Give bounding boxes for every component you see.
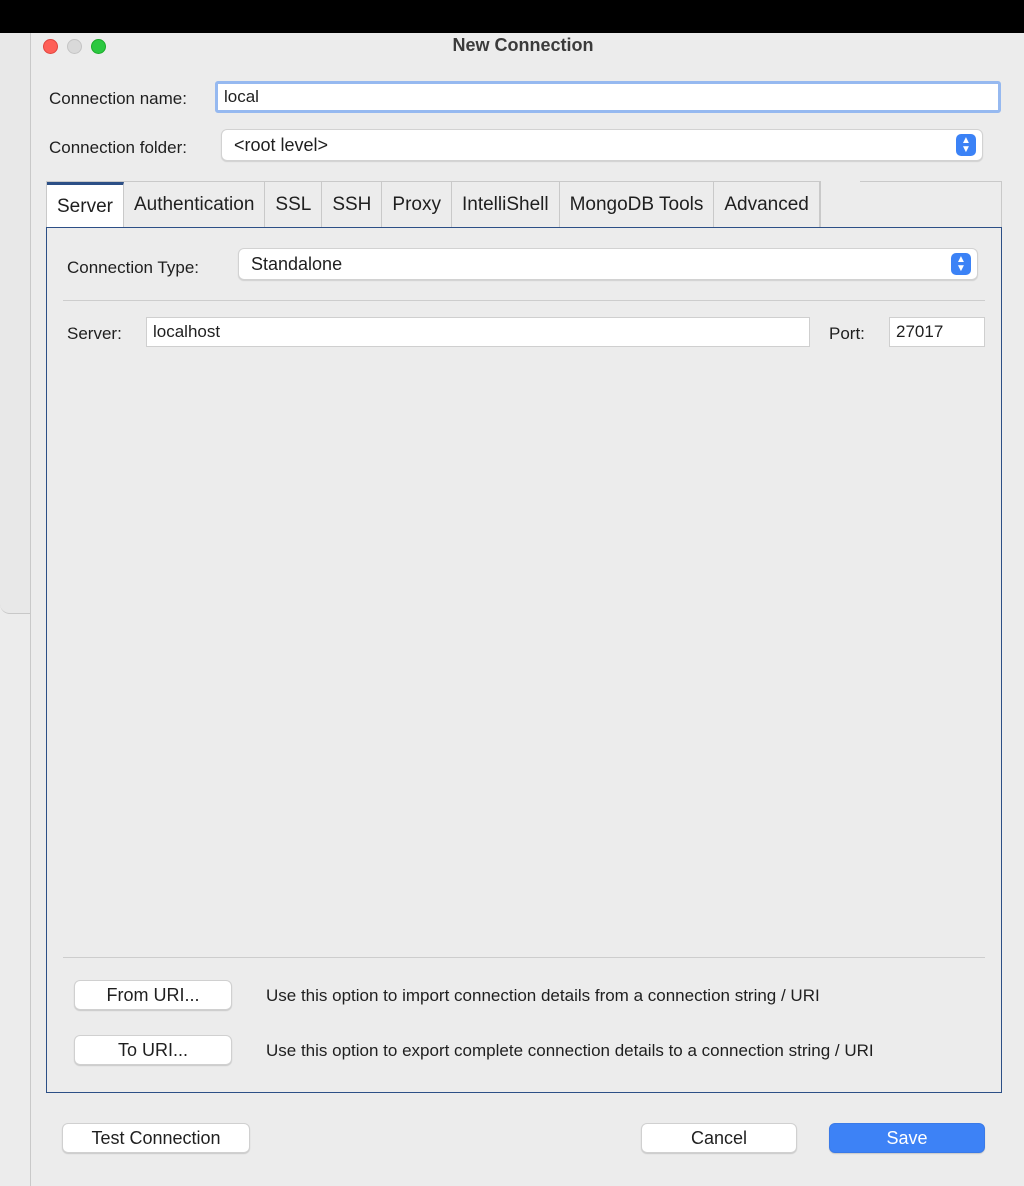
- server-label: Server:: [67, 324, 122, 343]
- connection-name-input[interactable]: local: [215, 81, 1001, 113]
- cancel-button[interactable]: Cancel: [641, 1123, 797, 1153]
- connection-folder-label: Connection folder:: [49, 138, 187, 157]
- connection-type-value: Standalone: [251, 253, 343, 274]
- select-arrows-icon: ▲ ▼: [951, 253, 971, 275]
- connection-name-label: Connection name:: [49, 89, 187, 108]
- connection-type-label: Connection Type:: [67, 258, 199, 277]
- connection-folder-value: <root level>: [234, 134, 329, 155]
- divider: [63, 957, 985, 958]
- server-value: localhost: [153, 322, 221, 341]
- window-title: New Connection: [452, 35, 594, 55]
- divider: [63, 300, 985, 301]
- select-arrows-icon: ▲ ▼: [956, 134, 976, 156]
- server-input[interactable]: localhost: [146, 317, 810, 347]
- test-connection-button[interactable]: Test Connection: [62, 1123, 250, 1153]
- tab-proxy[interactable]: Proxy: [382, 182, 452, 228]
- tab-mongodb-tools[interactable]: MongoDB Tools: [560, 182, 715, 228]
- server-tab-panel: Connection Type: Standalone ▲ ▼ Server: l…: [46, 227, 1002, 1093]
- to-uri-button[interactable]: To URI...: [74, 1035, 232, 1065]
- tab-authentication[interactable]: Authentication: [124, 182, 266, 228]
- connection-type-select[interactable]: Standalone ▲ ▼: [238, 248, 978, 280]
- new-connection-dialog: New Connection Connection name: local Co…: [30, 33, 1024, 1186]
- tab-advanced[interactable]: Advanced: [714, 182, 820, 228]
- tab-intellishell[interactable]: IntelliShell: [452, 182, 560, 228]
- to-uri-description: Use this option to export complete conne…: [266, 1041, 874, 1060]
- tab-ssl[interactable]: SSL: [265, 182, 323, 228]
- tab-server[interactable]: Server: [47, 182, 124, 228]
- tab-bar-fill: [860, 181, 1002, 227]
- tab-ssh[interactable]: SSH: [322, 182, 383, 228]
- screen-top-bar: [0, 0, 1024, 33]
- port-value: 27017: [896, 322, 944, 341]
- connection-name-value: local: [224, 87, 259, 106]
- save-button[interactable]: Save: [829, 1123, 985, 1153]
- from-uri-description: Use this option to import connection det…: [266, 986, 820, 1005]
- tab-bar: Server Authentication SSL SSH Proxy Inte…: [46, 181, 821, 228]
- port-label: Port:: [829, 324, 865, 343]
- connection-folder-select[interactable]: <root level> ▲ ▼: [221, 129, 983, 161]
- port-input[interactable]: 27017: [889, 317, 985, 347]
- from-uri-button[interactable]: From URI...: [74, 980, 232, 1010]
